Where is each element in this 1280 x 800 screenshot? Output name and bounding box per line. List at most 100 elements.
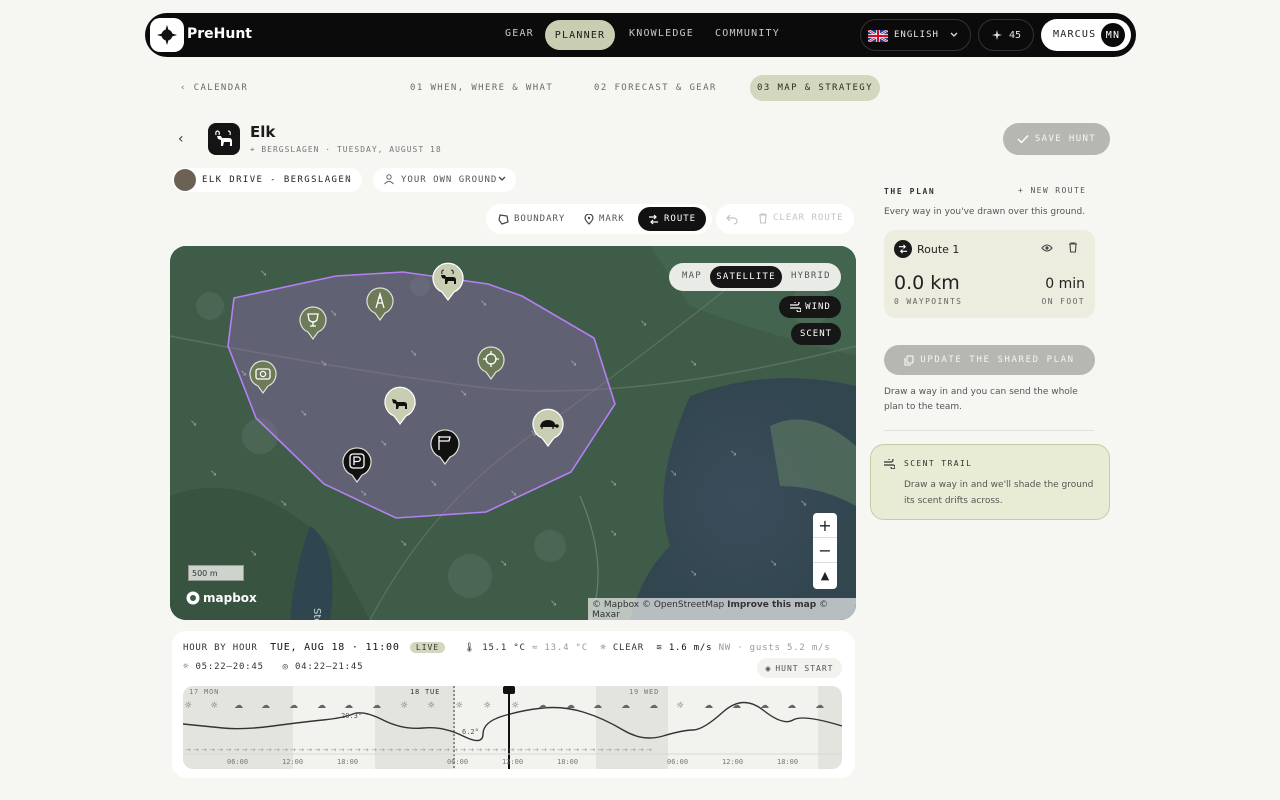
svg-text:➘: ➘ [360,489,368,499]
sunrise-icon: ☼ [183,662,190,672]
svg-text:➘: ➘ [190,419,198,429]
svg-text:☁: ☁ [704,701,713,711]
step-map-strategy[interactable]: 03 MAP & STRATEGY [750,75,880,101]
save-hunt-button[interactable]: SAVE HUNT [1003,123,1110,155]
map-type-switch: MAP SATELLITE HYBRID [669,263,841,291]
svg-text:➘: ➘ [610,529,618,539]
route-card[interactable]: Route 1 0.0 km 0 WAYPOINTS 0 min ON FOOT [884,230,1095,318]
elk-icon [208,123,240,155]
back-arrow-icon[interactable]: ‹ [178,131,184,147]
check-icon [1017,135,1029,144]
svg-text:☼: ☼ [184,701,192,711]
map-attribution[interactable]: © Mapbox © OpenStreetMap Improve this ma… [588,598,856,620]
wind-sock-marker-icon[interactable] [429,428,461,466]
hourly-timeline[interactable]: ☼ ☼ ☁ ☁ ☁ ☁ ☁ ☁ ☼ ☼ ☼ ☼ ☼ ☁ ☁ ☁ ☁ ☁ ☼ ☁ ☁ ☁ ☁ ☁ → → → → → … [183,686,842,769]
wind-icon: ≋ [656,643,663,653]
svg-text:☁: ☁ [760,701,769,711]
svg-text:☼: ☼ [676,701,684,711]
compass-icon[interactable]: ▲ [813,563,837,588]
wind-toggle[interactable]: WIND [779,296,841,318]
map-canvas[interactable]: ➘➘➘➘ ➘➘➘➘ ➘➘➘➘ ➘➘➘➘ ➘➘➘➘ ➘➘➘➘ ➘➘➘➘ ➘➘➘➘ … [170,246,856,620]
back-to-calendar[interactable]: ‹ CALENDAR [180,83,248,93]
route-icon [894,240,912,258]
nav-planner[interactable]: PLANNER [545,20,615,50]
svg-text:➘: ➘ [690,569,698,579]
svg-text:➘: ➘ [670,469,678,479]
nav-gear[interactable]: GEAR [505,28,534,39]
improve-map-link[interactable]: Improve this map [727,600,816,610]
logo-icon[interactable] [150,18,184,52]
edit-pencil-icon[interactable]: ✎ [345,173,352,184]
hunt-start-button[interactable]: ◉ HUNT START [757,658,842,678]
trophy-marker-icon[interactable] [298,305,328,341]
svg-text:→ → → → → → → → → → → → → → →: → → → → → → → → → → → → → → → → → → → → … [185,746,652,754]
sun-moon-times: ☼ 05:22–20:45 ◎ 04:22–21:45 [183,662,364,672]
zoom-in-button[interactable]: + [813,513,837,538]
moose-marker-icon[interactable] [383,386,417,426]
plan-title: THE PLAN [884,187,936,196]
turtle-marker-icon[interactable] [531,408,565,448]
undo-icon[interactable] [726,213,738,225]
clear-route-button[interactable]: CLEAR ROUTE [758,213,844,224]
weather-panel: HOUR BY HOUR TUE, AUG 18 · 11:00 LIVE 🌡 … [172,631,855,778]
trash-icon[interactable] [1068,242,1078,253]
mapbox-logo[interactable]: mapbox [186,591,257,605]
svg-text:➘: ➘ [240,369,248,379]
tick-label: 12:00 [722,758,744,766]
crosshair-marker-icon[interactable] [476,345,506,381]
step-when-where-what[interactable]: 01 WHEN, WHERE & WHAT [410,83,553,93]
svg-text:➘: ➘ [400,539,408,549]
weather-header: HOUR BY HOUR TUE, AUG 18 · 11:00 LIVE 🌡 … [183,642,831,653]
scent-trail-card[interactable]: SCENT TRAIL Draw a way in and we'll shad… [870,444,1110,520]
svg-text:➘: ➘ [380,439,388,449]
svg-text:➘: ➘ [320,359,328,369]
avatar: MN [1101,23,1125,47]
update-shared-plan-button[interactable]: UPDATE THE SHARED PLAN [884,345,1095,375]
top-navbar: PreHunt GEAR PLANNER KNOWLEDGE COMMUNITY… [145,13,1136,57]
map-type-satellite[interactable]: SATELLITE [710,266,782,288]
svg-text:☁: ☁ [261,701,270,711]
notification-count[interactable]: 45 [978,19,1034,51]
zoom-out-button[interactable]: − [813,538,837,563]
elk-marker-icon[interactable] [431,262,465,302]
map-type-hybrid[interactable]: HYBRID [791,271,831,281]
svg-text:➘: ➘ [730,449,738,459]
sparkle-icon [992,30,1002,40]
app-name[interactable]: PreHunt [187,26,252,42]
copy-icon [904,355,914,365]
ground-selector[interactable]: YOUR OWN GROUND [373,168,516,192]
new-route-button[interactable]: + NEW ROUTE [1018,186,1086,195]
language-selector[interactable]: ENGLISH [860,19,971,51]
svg-text:➘: ➘ [500,559,508,569]
pin-icon [584,213,594,225]
map-scale: 500 m [188,565,244,581]
user-menu[interactable]: MARCUS MN [1041,19,1131,51]
nav-knowledge[interactable]: KNOWLEDGE [629,28,694,39]
scent-toggle[interactable]: SCENT [791,323,841,345]
svg-text:➘: ➘ [690,359,698,369]
plus-icon: + [1018,186,1031,195]
svg-text:➘: ➘ [300,409,308,419]
camera-marker-icon[interactable] [248,359,278,395]
svg-text:➘: ➘ [250,549,258,559]
svg-text:☼: ☼ [427,701,435,711]
language-label: ENGLISH [894,30,939,40]
map-type-map[interactable]: MAP [682,271,702,281]
day-label-tue: 18 TUE [410,688,441,696]
svg-text:☼: ☼ [455,701,463,711]
eye-icon[interactable] [1041,243,1053,253]
svg-text:☁: ☁ [344,701,353,711]
drive-selector[interactable]: ELK DRIVE - BERGSLAGEN ✎ [172,168,362,192]
svg-text:➘: ➘ [770,559,778,569]
mark-tool[interactable]: MARK [574,207,635,231]
parking-marker-icon[interactable] [341,446,373,484]
boundary-tool[interactable]: BOUNDARY [488,207,575,231]
route-tool[interactable]: ROUTE [638,207,707,231]
tick-label: 18:00 [337,758,359,766]
nav-community[interactable]: COMMUNITY [715,28,780,39]
svg-text:☁: ☁ [372,701,381,711]
ground-icon [384,174,394,185]
hunting-tower-marker-icon[interactable] [365,286,395,322]
step-forecast-gear[interactable]: 02 FORECAST & GEAR [594,83,717,93]
min-temp-label: 6.2° [462,728,479,736]
